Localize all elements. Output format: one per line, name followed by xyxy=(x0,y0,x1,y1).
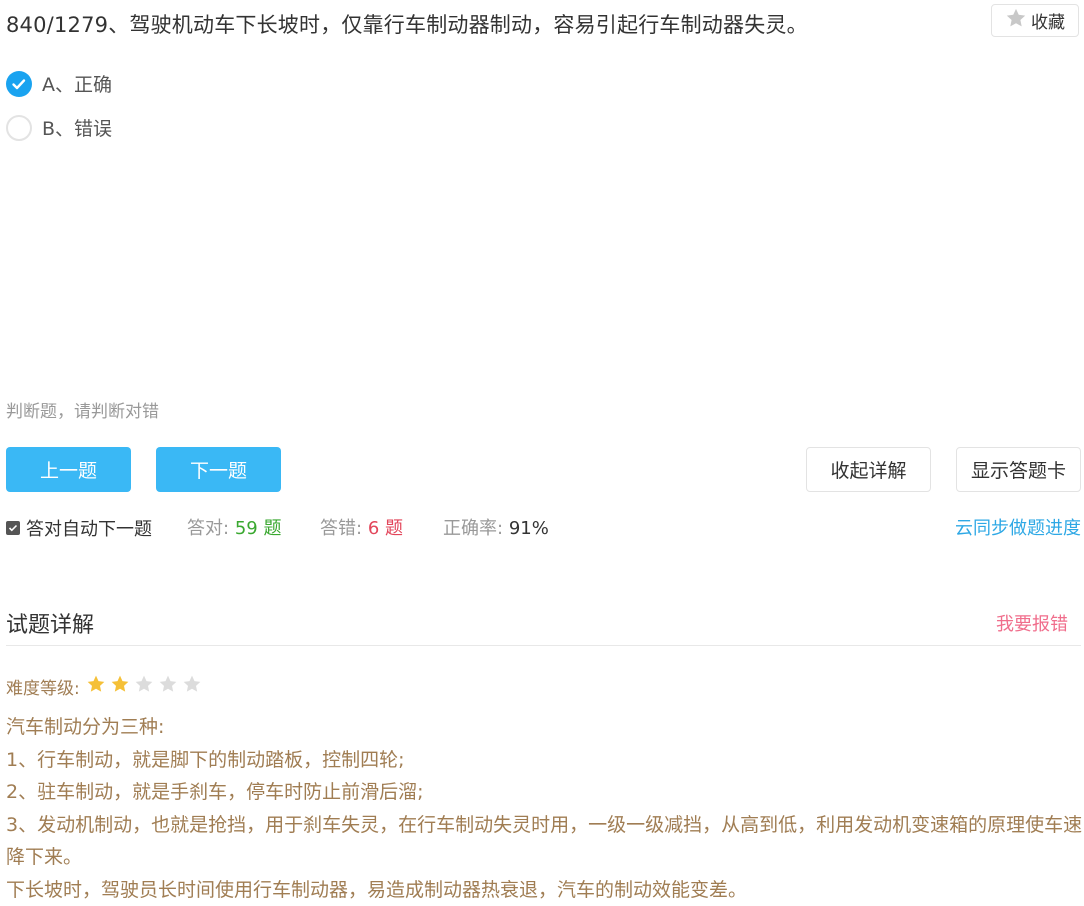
explanation-line: 汽车制动分为三种: xyxy=(6,711,1084,744)
difficulty-label: 难度等级: xyxy=(6,674,80,699)
show-answer-card-button[interactable]: 显示答题卡 xyxy=(956,447,1081,492)
auto-next-label: 答对自动下一题 xyxy=(26,515,152,541)
next-question-button[interactable]: 下一题 xyxy=(156,447,281,492)
correct-count: 答对: 59 题 xyxy=(187,514,281,540)
report-error-link[interactable]: 我要报错 xyxy=(996,610,1068,636)
star-filled-icon xyxy=(86,674,106,699)
accuracy-rate-value: 91% xyxy=(509,518,549,539)
star-filled-icon xyxy=(110,674,130,699)
explanation-line: 2、驻车制动，就是手刹车，停车时防止前滑后溜; xyxy=(6,776,1084,809)
radio-checked-icon[interactable] xyxy=(6,71,32,97)
auto-next-toggle[interactable]: 答对自动下一题 xyxy=(6,515,152,541)
explanation-line: 3、发动机制动，也就是抢挡，用于刹车失灵，在行车制动失灵时用，一级一级减挡，从高… xyxy=(6,809,1084,874)
favorite-button[interactable]: 收藏 xyxy=(991,4,1079,37)
correct-count-value: 59 题 xyxy=(235,518,282,539)
sync-progress-link[interactable]: 云同步做题进度 xyxy=(955,514,1081,540)
star-icon xyxy=(1005,7,1027,34)
option-a[interactable]: A、正确 xyxy=(6,70,112,97)
explanation-text: 汽车制动分为三种: 1、行车制动，就是脚下的制动踏板，控制四轮; 2、驻车制动，… xyxy=(6,711,1084,906)
favorite-label: 收藏 xyxy=(1031,8,1065,33)
question-text: 840/1279、驾驶机动车下长坡时，仅靠行车制动器制动，容易引起行车制动器失灵… xyxy=(6,9,808,39)
divider xyxy=(6,645,1081,646)
option-a-label: A、正确 xyxy=(42,70,112,97)
difficulty-rating: 难度等级: xyxy=(6,674,202,699)
collapse-details-button[interactable]: 收起详解 xyxy=(806,447,931,492)
option-b[interactable]: B、错误 xyxy=(6,114,112,141)
checkbox-checked-icon[interactable] xyxy=(6,521,20,535)
explanation-line: 下长坡时，驾驶员长时间使用行车制动器，易造成制动器热衰退，汽车的制动效能变差。 xyxy=(6,874,1084,906)
explanation-line: 1、行车制动，就是脚下的制动踏板，控制四轮; xyxy=(6,744,1084,777)
details-title: 试题详解 xyxy=(6,607,94,639)
star-empty-icon xyxy=(158,674,178,699)
star-empty-icon xyxy=(134,674,154,699)
option-b-label: B、错误 xyxy=(42,114,112,141)
difficulty-stars xyxy=(86,674,202,699)
star-empty-icon xyxy=(182,674,202,699)
wrong-count-value: 6 题 xyxy=(368,518,403,539)
wrong-count: 答错: 6 题 xyxy=(320,514,403,540)
question-type-hint: 判断题，请判断对错 xyxy=(6,397,159,422)
prev-question-button[interactable]: 上一题 xyxy=(6,447,131,492)
accuracy-rate: 正确率: 91% xyxy=(443,514,549,540)
radio-unchecked-icon[interactable] xyxy=(6,115,32,141)
